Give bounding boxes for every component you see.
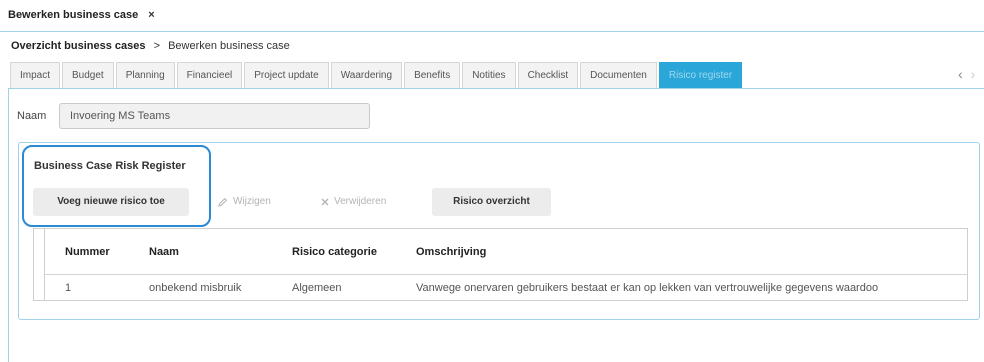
chevron-right-icon[interactable]: ›: [971, 66, 976, 82]
edit-button-label: Wijzigen: [233, 196, 271, 207]
naam-label: Naam: [17, 110, 47, 122]
breadcrumb-current: Bewerken business case: [168, 40, 290, 52]
document-tab-bar: Bewerken business case ×: [0, 0, 984, 32]
tab-documenten[interactable]: Documenten: [580, 62, 657, 88]
column-header-nummer[interactable]: Nummer: [65, 246, 110, 258]
column-header-naam[interactable]: Naam: [149, 246, 179, 258]
tab-bar: Impact Budget Planning Financieel Projec…: [10, 62, 744, 88]
close-icon[interactable]: ×: [148, 9, 154, 21]
chevron-left-icon[interactable]: ‹: [958, 66, 963, 82]
naam-input[interactable]: [59, 103, 370, 129]
column-header-omschrijving[interactable]: Omschrijving: [416, 246, 486, 258]
tab-impact[interactable]: Impact: [10, 62, 61, 88]
add-risk-button[interactable]: Voeg nieuwe risico toe: [33, 188, 189, 216]
breadcrumb: Overzicht business cases > Bewerken busi…: [11, 40, 290, 52]
table-row[interactable]: 1 onbekend misbruik Algemeen Vanwege one…: [45, 274, 967, 300]
cell-categorie: Algemeen: [292, 282, 342, 294]
tab-notities[interactable]: Notities: [462, 62, 516, 88]
document-tab[interactable]: Bewerken business case ×: [8, 9, 155, 21]
delete-button-label: Verwijderen: [334, 196, 387, 207]
pencil-icon: [218, 197, 228, 207]
tab-budget[interactable]: Budget: [62, 62, 114, 88]
document-tab-title: Bewerken business case: [8, 9, 139, 21]
cell-nummer: 1: [65, 282, 72, 294]
column-header-risico-categorie[interactable]: Risico categorie: [292, 246, 377, 258]
tab-scroll-controls: ‹ ›: [958, 66, 979, 82]
tab-financieel[interactable]: Financieel: [176, 62, 243, 88]
breadcrumb-separator: >: [153, 40, 161, 52]
breadcrumb-root-link[interactable]: Overzicht business cases: [11, 40, 146, 52]
cell-naam: onbekend misbruik: [149, 282, 242, 294]
cell-omschrijving: Vanwege onervaren gebruikers bestaat er …: [416, 282, 879, 294]
tab-benefits[interactable]: Benefits: [404, 62, 461, 88]
tab-risico-register[interactable]: Risico register: [658, 62, 743, 88]
risk-table: Nummer Naam Risico categorie Omschrijvin…: [33, 228, 968, 301]
tab-checklist[interactable]: Checklist: [517, 62, 579, 88]
risk-overview-button[interactable]: Risico overzicht: [432, 188, 551, 216]
x-icon: [321, 198, 329, 206]
risk-register-title: Business Case Risk Register: [34, 160, 186, 172]
table-header: Nummer Naam Risico categorie Omschrijvin…: [45, 229, 967, 275]
tab-project-update[interactable]: Project update: [244, 62, 329, 88]
edit-button[interactable]: Wijzigen: [218, 188, 271, 216]
tab-planning[interactable]: Planning: [115, 62, 175, 88]
delete-button[interactable]: Verwijderen: [321, 188, 386, 216]
tab-waardering[interactable]: Waardering: [330, 62, 403, 88]
